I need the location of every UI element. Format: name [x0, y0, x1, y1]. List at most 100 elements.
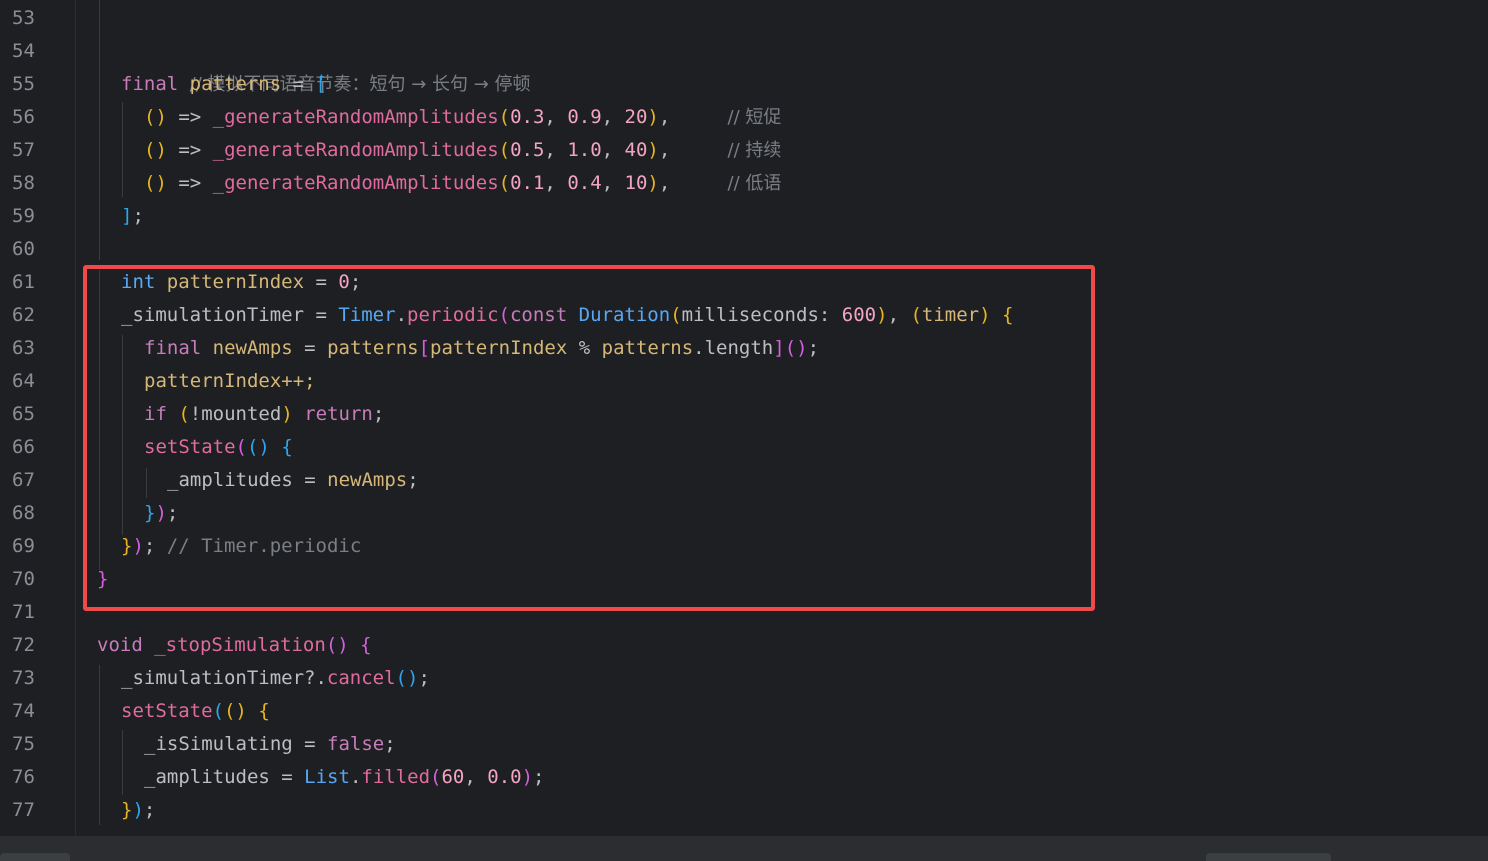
keyword: final — [121, 73, 179, 95]
number: 600 — [841, 304, 877, 326]
function-call: setState — [144, 436, 236, 458]
code-line-75: _isSimulating = false; — [144, 733, 396, 755]
number: 40 — [624, 139, 648, 161]
code-line-66: setState(() { — [144, 436, 293, 458]
type-keyword: int — [121, 271, 156, 293]
indent-guide — [122, 335, 123, 535]
code-line-63: final newAmps = patterns[patternIndex % … — [144, 337, 820, 359]
class-name: List — [304, 766, 350, 788]
function-call: _generateRandomAmplitudes — [212, 106, 499, 128]
keyword: false — [327, 733, 385, 755]
indent-guide — [99, 665, 100, 825]
keyword: const — [509, 304, 568, 326]
number: 0.0 — [487, 766, 522, 788]
line-number-gutter: 53 54 55 56 57 58 59 60 61 62 63 64 65 6… — [0, 0, 76, 836]
code-line-67: _amplitudes = newAmps; — [167, 469, 419, 491]
identifier: patternIndex — [430, 337, 568, 359]
identifier: patternIndex++; — [144, 370, 316, 392]
comment: // 短促 — [727, 107, 782, 128]
parameter: timer — [921, 304, 980, 326]
code-line-58: () => _generateRandomAmplitudes(0.1, 0.4… — [144, 172, 782, 194]
number: 10 — [624, 172, 648, 194]
code-editor[interactable]: 53 54 55 56 57 58 59 60 61 62 63 64 65 6… — [0, 0, 1488, 861]
keyword: final — [144, 337, 202, 359]
bottom-tab[interactable] — [1206, 853, 1331, 861]
class-name: Duration — [578, 304, 671, 326]
line-number: 60 — [12, 238, 35, 260]
number: 0.3 — [510, 106, 545, 128]
identifier: patternIndex — [166, 271, 305, 293]
identifier: patterns — [189, 73, 282, 95]
bottom-tab[interactable] — [0, 853, 70, 861]
class-name: Timer — [338, 304, 396, 326]
comment: // 持续 — [727, 140, 782, 161]
code-line-65: if (!mounted) return; — [144, 403, 385, 425]
identifier: _isSimulating — [144, 733, 293, 755]
code-line-74: setState(() { — [121, 700, 270, 722]
number: 0.9 — [567, 106, 602, 128]
comment: // 低语 — [727, 173, 782, 194]
bracket: ] — [121, 205, 133, 227]
identifier: _simulationTimer — [121, 304, 305, 326]
number: 0.5 — [510, 139, 545, 161]
line-number: 66 — [12, 436, 35, 458]
line-number: 74 — [12, 700, 35, 722]
line-number: 53 — [12, 7, 35, 29]
code-line-62: _simulationTimer = Timer.periodic(const … — [121, 304, 1014, 326]
line-number: 65 — [12, 403, 35, 425]
line-number: 72 — [12, 634, 35, 656]
function-call: setState — [121, 700, 213, 722]
paren: () — [144, 106, 167, 128]
keyword: return — [304, 403, 373, 425]
number: 60 — [441, 766, 465, 788]
line-number: 68 — [12, 502, 35, 524]
identifier: newAmps — [327, 469, 408, 491]
code-line-64: patternIndex++; — [144, 365, 316, 398]
line-number: 71 — [12, 601, 35, 623]
line-number: 57 — [12, 139, 35, 161]
keyword: void — [97, 634, 143, 656]
code-line-55: final patterns = [ — [121, 68, 327, 101]
identifier: _simulationTimer?. — [121, 667, 327, 689]
line-number: 61 — [12, 271, 35, 293]
function-call: _generateRandomAmplitudes — [212, 172, 499, 194]
identifier: _amplitudes — [144, 766, 270, 788]
method: periodic — [407, 304, 499, 326]
operator: = — [281, 73, 316, 95]
line-number: 67 — [12, 469, 35, 491]
line-number: 63 — [12, 337, 35, 359]
line-number: 55 — [12, 73, 35, 95]
code-line-56: () => _generateRandomAmplitudes(0.3, 0.9… — [144, 106, 782, 128]
identifier: _amplitudes — [167, 469, 293, 491]
line-number: 76 — [12, 766, 35, 788]
code-line-61: int patternIndex = 0; — [121, 271, 362, 293]
code-line-70: } — [97, 568, 109, 590]
line-number: 69 — [12, 535, 35, 557]
function-name: _stopSimulation — [154, 634, 326, 656]
line-number: 54 — [12, 40, 35, 62]
number: 1.0 — [567, 139, 602, 161]
line-number: 75 — [12, 733, 35, 755]
number: 0.4 — [567, 172, 602, 194]
code-area[interactable]: // 模拟不同语音节奏：短句 → 长句 → 停顿 final patterns … — [76, 0, 1488, 836]
code-line-72: void _stopSimulation() { — [97, 634, 372, 656]
line-number: 73 — [12, 667, 35, 689]
line-number: 70 — [12, 568, 35, 590]
code-line-54: // 模拟不同语音节奏：短句 → 长句 → 停顿 — [121, 35, 531, 95]
function-call: _generateRandomAmplitudes — [212, 139, 499, 161]
keyword: if — [144, 403, 167, 425]
identifier: patterns — [601, 337, 694, 359]
line-number: 77 — [12, 799, 35, 821]
bracket: [ — [315, 73, 327, 95]
number: 0 — [338, 271, 350, 293]
property: length — [704, 337, 774, 359]
line-number: 56 — [12, 106, 35, 128]
line-number: 64 — [12, 370, 35, 392]
condition: !mounted — [189, 403, 282, 425]
line-number: 62 — [12, 304, 35, 326]
arrow: => — [166, 106, 213, 128]
indent-guide — [122, 730, 123, 795]
line-number: 58 — [12, 172, 35, 194]
code-line-73: _simulationTimer?.cancel(); — [121, 667, 430, 689]
code-line-57: () => _generateRandomAmplitudes(0.5, 1.0… — [144, 139, 782, 161]
